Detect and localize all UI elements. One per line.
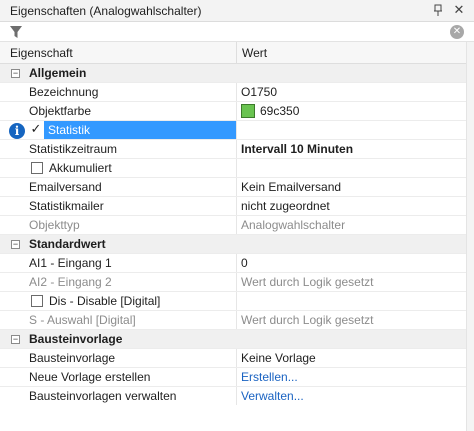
row-neue-vorlage[interactable]: Neue Vorlage erstellen Erstellen... <box>0 368 466 387</box>
property-value[interactable] <box>237 159 466 178</box>
collapse-icon[interactable]: − <box>11 335 20 344</box>
property-name: Statistikmailer <box>29 197 236 216</box>
dis-checkbox[interactable] <box>31 295 43 307</box>
collapse-icon[interactable]: − <box>11 240 20 249</box>
category-label: Allgemein <box>29 66 87 80</box>
funnel-icon <box>10 26 22 38</box>
category-label: Standardwert <box>29 237 106 251</box>
property-value[interactable]: Keine Vorlage <box>237 349 466 368</box>
row-objekttyp[interactable]: Objekttyp Analogwahlschalter <box>0 216 466 235</box>
row-akkumuliert[interactable]: Akkumuliert <box>0 159 466 178</box>
erstellen-link[interactable]: Erstellen... <box>237 368 466 387</box>
info-icon: i <box>9 123 25 139</box>
category-allgemein[interactable]: − Allgemein <box>0 64 466 83</box>
category-label: Bausteinvorlage <box>29 332 123 346</box>
property-value[interactable] <box>237 121 466 140</box>
property-grid: − Allgemein Bezeichnung O1750 Objektfarb… <box>0 64 466 409</box>
property-name: Bausteinvorlagen verwalten <box>29 387 236 406</box>
row-ai2[interactable]: AI2 - Eingang 2 Wert durch Logik gesetzt <box>0 273 466 292</box>
property-name: Objekttyp <box>29 216 236 235</box>
property-name: Statistikzeitraum <box>29 140 236 159</box>
panel-title: Eigenschaften (Analogwahlschalter) <box>10 4 202 18</box>
vertical-scrollbar[interactable] <box>466 42 474 431</box>
property-value[interactable]: O1750 <box>237 83 466 102</box>
row-statistikzeitraum[interactable]: Statistikzeitraum Intervall 10 Minuten <box>0 140 466 159</box>
row-objektfarbe[interactable]: Objektfarbe 69c350 <box>0 102 466 121</box>
filter-input[interactable] <box>28 23 442 40</box>
row-bezeichnung[interactable]: Bezeichnung O1750 <box>0 83 466 102</box>
property-name: Neue Vorlage erstellen <box>29 368 236 387</box>
property-name: Statistik <box>44 121 236 140</box>
row-statistikmailer[interactable]: Statistikmailer nicht zugeordnet <box>0 197 466 216</box>
property-name: Dis - Disable [Digital] <box>49 292 236 311</box>
category-standardwert[interactable]: − Standardwert <box>0 235 466 254</box>
row-emailversand[interactable]: Emailversand Kein Emailversand <box>0 178 466 197</box>
row-s-auswahl[interactable]: S - Auswahl [Digital] Wert durch Logik g… <box>0 311 466 330</box>
akkumuliert-checkbox[interactable] <box>31 162 43 174</box>
property-value: Analogwahlschalter <box>237 216 466 235</box>
row-statistik[interactable]: i ✓ Statistik <box>0 121 466 140</box>
property-name: AI1 - Eingang 1 <box>29 254 236 273</box>
row-dis[interactable]: Dis - Disable [Digital] <box>0 292 466 311</box>
property-value[interactable]: nicht zugeordnet <box>237 197 466 216</box>
category-bausteinvorlage[interactable]: − Bausteinvorlage <box>0 330 466 349</box>
checkmark-icon[interactable]: ✓ <box>29 122 43 136</box>
row-vorlagen-verwalten[interactable]: Bausteinvorlagen verwalten Verwalten... <box>0 387 466 406</box>
header-property[interactable]: Eigenschaft <box>10 46 73 60</box>
property-value[interactable]: 0 <box>237 254 466 273</box>
property-value: Wert durch Logik gesetzt <box>237 273 466 292</box>
row-ai1[interactable]: AI1 - Eingang 1 0 <box>0 254 466 273</box>
empty-area <box>0 405 466 431</box>
header-value[interactable]: Wert <box>242 46 267 60</box>
property-name: Bezeichnung <box>29 83 236 102</box>
color-value: 69c350 <box>260 104 300 118</box>
property-value[interactable]: Intervall 10 Minuten <box>237 140 466 159</box>
property-value: Wert durch Logik gesetzt <box>237 311 466 330</box>
property-name: Objektfarbe <box>29 102 236 121</box>
property-name: Emailversand <box>29 178 236 197</box>
property-name: Akkumuliert <box>49 159 236 178</box>
column-header: Eigenschaft Wert <box>0 42 466 64</box>
panel-titlebar: Eigenschaften (Analogwahlschalter) ✕ <box>0 0 474 22</box>
filter-bar: ✕ <box>0 22 474 42</box>
verwalten-link[interactable]: Verwalten... <box>237 387 466 406</box>
row-bausteinvorlage[interactable]: Bausteinvorlage Keine Vorlage <box>0 349 466 368</box>
clear-icon[interactable]: ✕ <box>450 25 464 39</box>
property-value[interactable]: 69c350 <box>237 102 466 121</box>
property-name: AI2 - Eingang 2 <box>29 273 236 292</box>
header-separator[interactable] <box>236 42 237 64</box>
color-swatch[interactable] <box>241 104 255 118</box>
pin-icon[interactable] <box>431 3 445 17</box>
property-name: S - Auswahl [Digital] <box>29 311 236 330</box>
property-value[interactable]: Kein Emailversand <box>237 178 466 197</box>
property-name: Bausteinvorlage <box>29 349 236 368</box>
property-value[interactable] <box>237 292 466 311</box>
close-icon[interactable]: ✕ <box>451 2 467 18</box>
collapse-icon[interactable]: − <box>11 69 20 78</box>
